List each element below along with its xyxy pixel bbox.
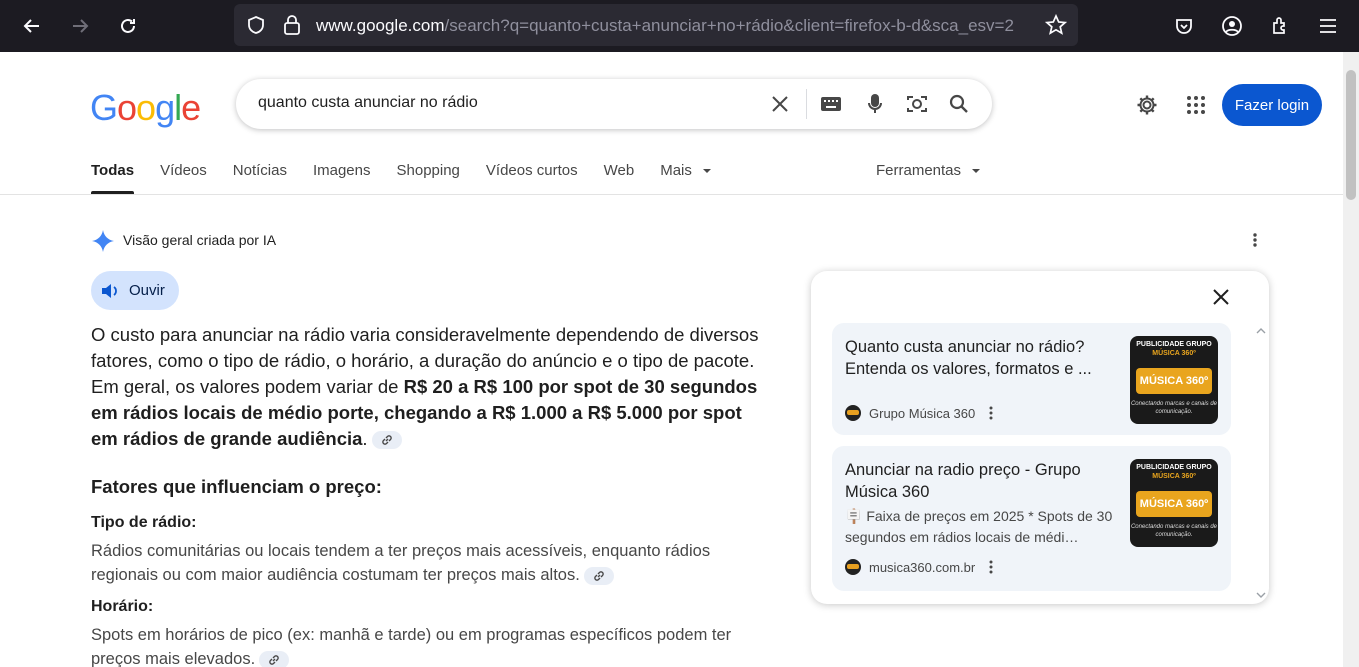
link-icon [269,654,279,665]
source-thumbnail[interactable]: PUBLICIDADE GRUPO MÚSICA 360º MÚSICA 360º… [1130,336,1218,424]
factor-title: Horário: [91,598,154,615]
tools-label: Ferramentas [876,162,962,179]
caret-down-icon [972,169,981,174]
scroll-up-icon[interactable] [1255,325,1267,337]
source-title[interactable]: Anunciar na radio preço - Grupo Música 3… [845,459,1115,503]
source-card[interactable]: Quanto custa anunciar no rádio? Entenda … [832,323,1231,435]
apps-grid-icon[interactable] [1183,92,1209,118]
keyboard-icon[interactable] [819,92,843,116]
search-divider [806,89,807,119]
lock-icon[interactable] [282,14,302,41]
source-title[interactable]: Quanto custa anunciar no rádio? Entenda … [845,336,1115,380]
source-site: musica360.com.br [845,559,993,575]
ai-overview-text: O custo para anunciar na rádio varia con… [91,322,771,452]
site-favicon-icon [845,405,861,421]
factors-heading: Fatores que influenciam o preço: [91,476,382,497]
more-options-icon[interactable] [989,560,993,574]
listen-label: Ouvir [129,282,165,299]
pocket-icon[interactable] [1167,9,1201,43]
extensions-icon[interactable] [1263,9,1297,43]
factor-desc-text: Spots em horários de pico (ex: manhã e t… [91,626,732,667]
tab-videos[interactable]: Vídeos [160,162,207,194]
search-input[interactable]: quanto custa anunciar no rádio [258,94,478,112]
tabs-divider [0,194,1343,195]
more-options-icon[interactable] [1252,232,1258,253]
thumb-line: PUBLICIDADE GRUPO [1136,341,1212,348]
thumb-logo: MÚSICA 360º [1136,491,1212,517]
shield-icon[interactable] [246,15,266,40]
source-name: musica360.com.br [869,559,976,575]
source-site: Grupo Música 360 [845,405,993,421]
thumb-brand: MÚSICA 360º [1152,473,1196,480]
para-end: . [362,428,368,449]
url-text[interactable]: www.google.com/search?q=quanto+custa+anu… [316,16,1036,36]
source-card[interactable]: Anunciar na radio preço - Grupo Música 3… [832,446,1231,591]
factor-desc: Rádios comunitárias ou locais tendem a t… [91,539,771,587]
microphone-icon[interactable] [863,92,887,116]
factor-title: Tipo de rádio: [91,514,197,531]
clear-icon[interactable] [768,92,792,116]
tools-button[interactable]: Ferramentas [876,162,981,179]
tab-all[interactable]: Todas [91,162,135,194]
search-icon[interactable] [947,92,971,116]
source-link-chip[interactable] [583,566,614,585]
account-icon[interactable] [1215,9,1249,43]
tab-news[interactable]: Notícias [233,162,287,194]
source-name: Grupo Música 360 [869,405,976,421]
link-icon [381,435,392,445]
factor-desc: Spots em horários de pico (ex: manhã e t… [91,623,771,667]
ai-sparkle-icon [91,229,115,258]
login-button[interactable]: Fazer login [1222,84,1322,126]
thumb-brand: MÚSICA 360º [1152,350,1196,357]
source-thumbnail[interactable]: PUBLICIDADE GRUPO MÚSICA 360º MÚSICA 360º… [1130,459,1218,547]
site-favicon-icon [845,559,861,575]
listen-button[interactable]: Ouvir [91,271,179,310]
search-box[interactable]: quanto custa anunciar no rádio [236,79,992,129]
link-icon [594,570,604,581]
tab-more[interactable]: Mais [660,162,712,194]
sources-panel: Quanto custa anunciar no rádio? Entenda … [811,271,1269,604]
url-bar[interactable]: www.google.com/search?q=quanto+custa+anu… [234,4,1078,46]
tab-shopping[interactable]: Shopping [397,162,460,194]
bookmark-star-icon[interactable] [1044,13,1068,41]
thumb-line: PUBLICIDADE GRUPO [1136,464,1212,471]
thumb-tagline: Conectando marcas e canais de comunicaçã… [1130,401,1218,415]
search-tabs: Todas Vídeos Notícias Imagens Shopping V… [91,162,738,194]
page-scrollbar[interactable] [1343,52,1359,667]
menu-icon[interactable] [1311,9,1345,43]
source-link-chip[interactable] [371,431,402,450]
source-link-chip[interactable] [259,650,290,667]
tab-short-videos[interactable]: Vídeos curtos [486,162,578,194]
tab-web[interactable]: Web [604,162,635,194]
more-options-icon[interactable] [989,406,993,420]
tab-images[interactable]: Imagens [313,162,371,194]
back-icon[interactable] [15,9,49,43]
browser-toolbar: www.google.com/search?q=quanto+custa+anu… [0,0,1359,52]
scroll-down-icon[interactable] [1255,589,1267,601]
ai-overview-heading: Visão geral criada por IA [123,232,277,248]
thumb-caption: PUBLICIDADE GRUPO MÚSICA 360º [1130,463,1218,481]
caret-down-icon [703,169,712,174]
lens-icon[interactable] [905,92,929,116]
speaker-icon [102,283,117,298]
close-icon[interactable] [1209,285,1233,309]
google-logo[interactable]: Google [90,87,201,129]
thumb-logo: MÚSICA 360º [1136,368,1212,394]
reload-icon[interactable] [111,9,145,43]
thumb-caption: PUBLICIDADE GRUPO MÚSICA 360º [1130,340,1218,358]
factor-desc-text: Rádios comunitárias ou locais tendem a t… [91,542,711,584]
source-snippet: 🪧 Faixa de preços em 2025 * Spots de 30 … [845,508,1113,545]
tab-more-label: Mais [660,162,692,179]
thumb-tagline: Conectando marcas e canais de comunicaçã… [1130,524,1218,538]
settings-gear-icon[interactable] [1134,92,1160,118]
forward-icon[interactable] [63,9,97,43]
scroll-thumb[interactable] [1346,70,1356,200]
search-results-page: Google quanto custa anunciar no rádio Fa… [0,52,1343,667]
